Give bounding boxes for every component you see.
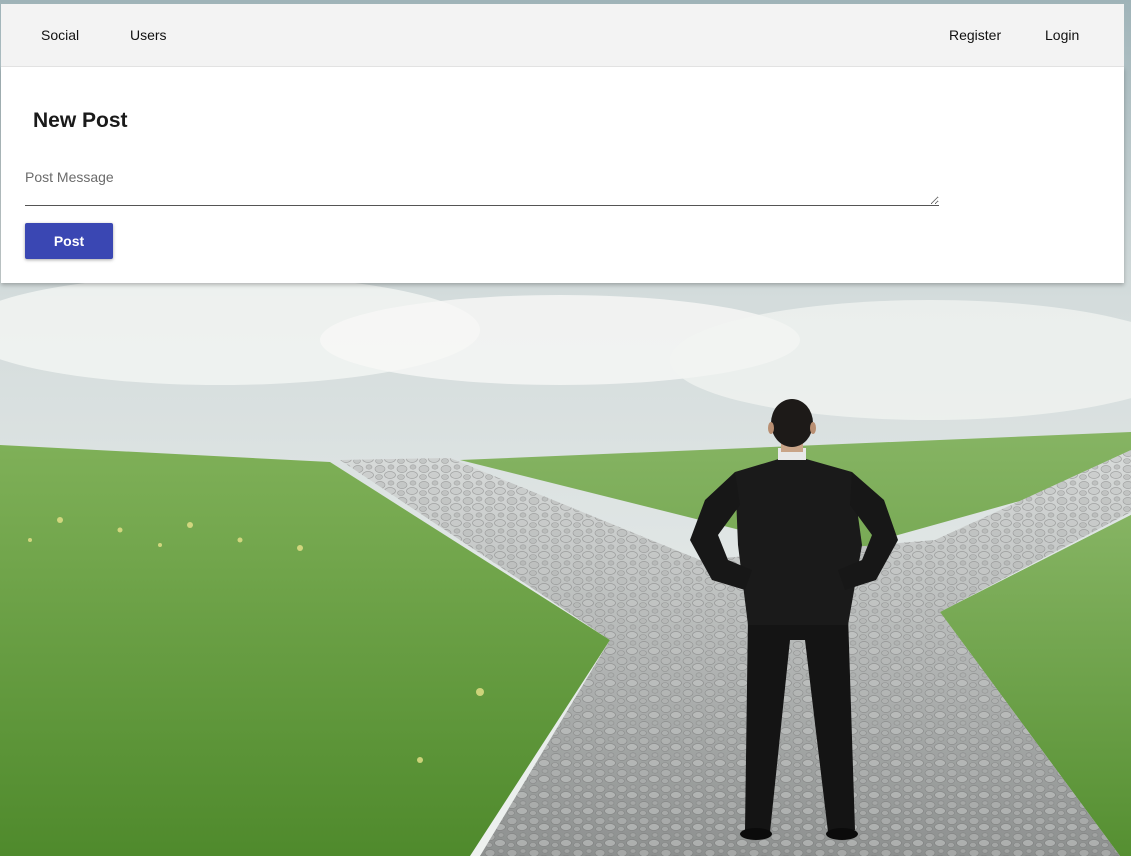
nav-link-social[interactable]: Social	[41, 4, 79, 67]
new-post-card: New Post Post	[1, 67, 1124, 283]
new-post-title: New Post	[33, 109, 128, 132]
post-message-field[interactable]	[25, 165, 939, 206]
nav-link-login[interactable]: Login	[1045, 4, 1079, 67]
nav-link-users[interactable]: Users	[130, 4, 167, 67]
nav-link-register[interactable]: Register	[949, 4, 1001, 67]
top-navbar: Social Users Register Login	[1, 4, 1124, 67]
post-submit-button[interactable]: Post	[25, 223, 113, 259]
